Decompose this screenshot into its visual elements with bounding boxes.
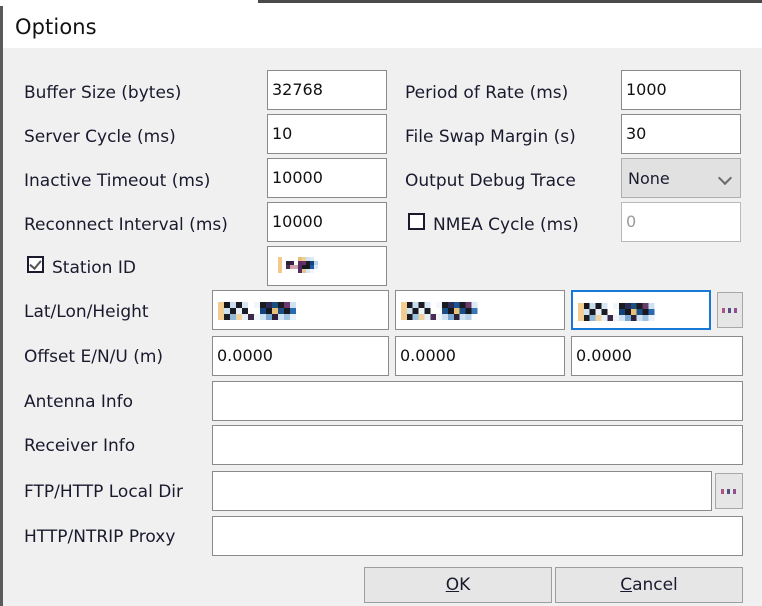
input-station-id[interactable] [267,246,387,286]
input-buffer-size[interactable]: 32768 [267,70,387,110]
label-ftp-http-local-dir: FTP/HTTP Local Dir [24,482,184,502]
label-period-of-rate: Period of Rate (ms) [405,83,569,103]
input-server-cycle[interactable]: 10 [267,114,387,154]
dropdown-output-debug-trace[interactable]: None [621,158,741,198]
input-http-ntrip-proxy[interactable] [212,516,743,556]
ok-button-label-rest: K [459,575,471,595]
input-period-of-rate[interactable]: 1000 [621,70,741,110]
browse-lat-lon-height-button[interactable] [717,292,743,328]
label-file-swap-margin: File Swap Margin (s) [405,127,576,147]
ellipsis-icon [722,307,738,313]
cancel-button[interactable]: Cancel [555,567,743,603]
chevron-down-icon [718,170,734,186]
input-antenna-info[interactable] [212,381,743,421]
redacted-height-value [578,297,666,327]
input-offset-up[interactable]: 0.0000 [571,336,743,376]
label-nmea-cycle: NMEA Cycle (ms) [433,215,579,235]
redacted-station-id-value [274,257,330,277]
checkbox-station-id[interactable] [27,256,44,273]
dialog-body: Buffer Size (bytes) 32768 Period of Rate… [3,48,762,606]
label-server-cycle: Server Cycle (ms) [24,127,176,147]
input-inactive-timeout[interactable]: 10000 [267,158,387,198]
label-http-ntrip-proxy: HTTP/NTRIP Proxy [24,527,176,547]
input-offset-north[interactable]: 0.0000 [395,336,565,376]
label-lat-lon-height: Lat/Lon/Height [24,302,149,322]
browse-ftp-http-local-dir-button[interactable] [715,473,743,509]
label-reconnect-interval: Reconnect Interval (ms) [24,215,228,235]
label-inactive-timeout: Inactive Timeout (ms) [24,171,211,191]
ellipsis-icon [721,488,737,494]
input-reconnect-interval[interactable]: 10000 [267,202,387,242]
redacted-longitude-value [401,296,489,326]
dropdown-output-debug-trace-value: None [628,168,670,188]
input-ftp-http-local-dir[interactable] [212,471,712,511]
label-output-debug-trace: Output Debug Trace [405,171,576,191]
label-station-id: Station ID [52,258,136,278]
input-nmea-cycle[interactable]: 0 [621,202,741,242]
label-offset-enu: Offset E/N/U (m) [24,347,164,367]
parent-window-titlebar [258,0,762,3]
cancel-button-label-rest: ancel [632,575,678,595]
input-latitude[interactable] [212,290,389,330]
options-dialog: Options Buffer Size (bytes) 32768 Period… [0,6,762,606]
cancel-button-mnemonic: C [620,575,633,595]
redacted-latitude-value [218,296,308,326]
ok-button-mnemonic: O [445,575,460,595]
input-offset-east[interactable]: 0.0000 [212,336,389,376]
checkbox-nmea-cycle[interactable] [408,213,425,230]
dialog-title: Options [15,15,97,39]
label-buffer-size: Buffer Size (bytes) [24,83,182,103]
label-antenna-info: Antenna Info [24,392,134,412]
dialog-titlebar: Options [3,6,762,49]
input-file-swap-margin[interactable]: 30 [621,114,741,154]
input-receiver-info[interactable] [212,425,743,465]
ok-button[interactable]: OK [364,567,552,603]
input-height[interactable] [571,290,711,330]
label-receiver-info: Receiver Info [24,436,136,456]
input-longitude[interactable] [395,290,565,330]
